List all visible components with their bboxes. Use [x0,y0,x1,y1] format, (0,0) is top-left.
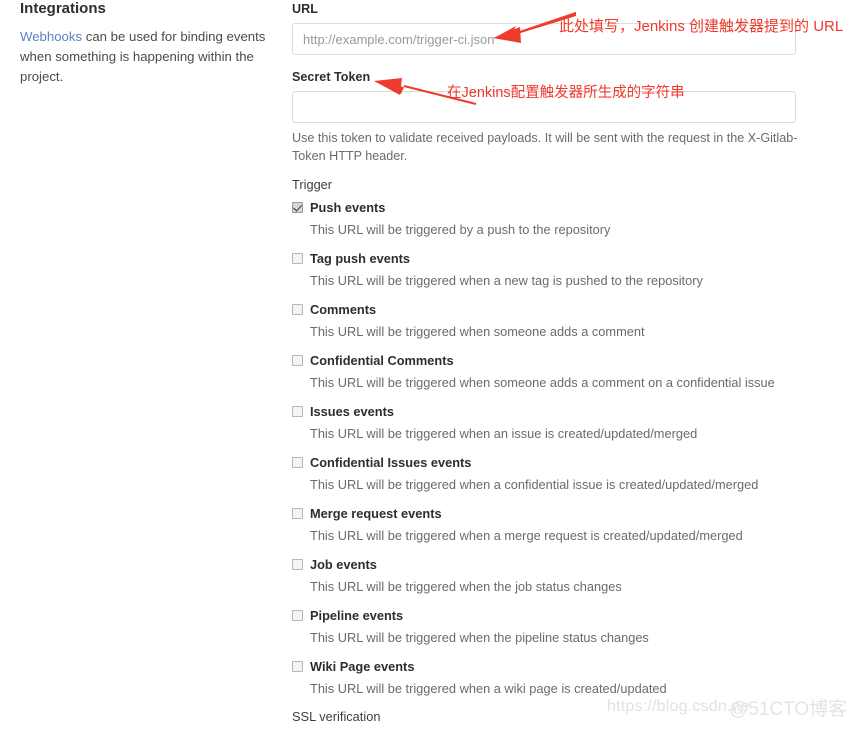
checkbox-label-confidential-comments: Confidential Comments [310,353,454,368]
checkbox-description-comments: This URL will be triggered when someone … [310,324,645,339]
checkbox-row-merge-request-events[interactable]: Merge request events [292,505,797,523]
annotation-token-note: 在Jenkins配置触发器所生成的字符串 [447,85,685,101]
watermark-51cto: @51CTO博客 [729,699,848,720]
checkbox-row-wiki-page-events[interactable]: Wiki Page events [292,658,797,676]
checkbox-description-confidential-issues-events: This URL will be triggered when a confid… [310,477,759,492]
checkbox-label-issues-events: Issues events [310,404,394,419]
checkbox-row-tag-push-events[interactable]: Tag push events [292,250,797,268]
checkbox-row-confidential-issues-events[interactable]: Confidential Issues events [292,454,797,472]
checkbox-tag-push-events[interactable] [292,253,303,264]
checkbox-row-confidential-comments[interactable]: Confidential Comments [292,352,797,370]
trigger-section-label: Trigger [292,177,333,192]
checkbox-label-merge-request-events: Merge request events [310,506,442,521]
checkbox-label-confidential-issues-events: Confidential Issues events [310,455,472,470]
checkbox-push-events[interactable] [292,202,303,213]
checkbox-comments[interactable] [292,304,303,315]
checkbox-label-tag-push-events: Tag push events [310,251,411,266]
checkbox-confidential-comments[interactable] [292,355,303,366]
checkbox-merge-request-events[interactable] [292,508,303,519]
trigger-checkbox-list: Push events This URL will be triggered by… [292,199,797,697]
page-root: Integrations Webhooks can be used for bi… [0,0,851,730]
checkbox-label-pipeline-events: Pipeline events [310,608,404,623]
checkbox-issues-events[interactable] [292,406,303,417]
checkbox-confidential-issues-events[interactable] [292,457,303,468]
integrations-sidebar: Integrations Webhooks can be used for bi… [20,0,275,87]
checkbox-label-job-events: Job events [310,557,377,572]
checkbox-description-pipeline-events: This URL will be triggered when the pipe… [310,630,649,645]
checkbox-description-job-events: This URL will be triggered when the job … [310,579,622,594]
checkbox-description-wiki-page-events: This URL will be triggered when a wiki p… [310,681,667,696]
checkbox-job-events[interactable] [292,559,303,570]
annotation-url-note: 此处填写，Jenkins 创建触发器提到的 URL [559,18,844,35]
checkbox-wiki-page-events[interactable] [292,661,303,672]
checkbox-row-comments[interactable]: Comments [292,301,797,319]
checkbox-description-merge-request-events: This URL will be triggered when a merge … [310,528,743,543]
checkbox-row-job-events[interactable]: Job events [292,556,797,574]
checkbox-label-wiki-page-events: Wiki Page events [310,659,415,674]
integrations-description: Webhooks can be used for binding events … [20,27,275,87]
checkbox-label-push-events: Push events [310,200,386,215]
checkbox-description-confidential-comments: This URL will be triggered when someone … [310,375,775,390]
secret-token-label: Secret Token [292,70,371,84]
checkbox-label-comments: Comments [310,302,377,317]
checkbox-row-issues-events[interactable]: Issues events [292,403,797,421]
checkbox-pipeline-events[interactable] [292,610,303,621]
webhooks-link[interactable]: Webhooks [20,29,82,44]
checkbox-row-push-events[interactable]: Push events [292,199,797,217]
url-label: URL [292,2,318,16]
secret-token-help: Use this token to validate received payl… [292,131,798,163]
checkbox-row-pipeline-events[interactable]: Pipeline events [292,607,797,625]
webhook-form: URL Secret Token Use this token to valid… [292,0,797,730]
checkbox-description-push-events: This URL will be triggered by a push to … [310,222,611,237]
checkbox-description-issues-events: This URL will be triggered when an issue… [310,426,698,441]
page-title: Integrations [20,0,106,17]
checkbox-description-tag-push-events: This URL will be triggered when a new ta… [310,273,703,288]
